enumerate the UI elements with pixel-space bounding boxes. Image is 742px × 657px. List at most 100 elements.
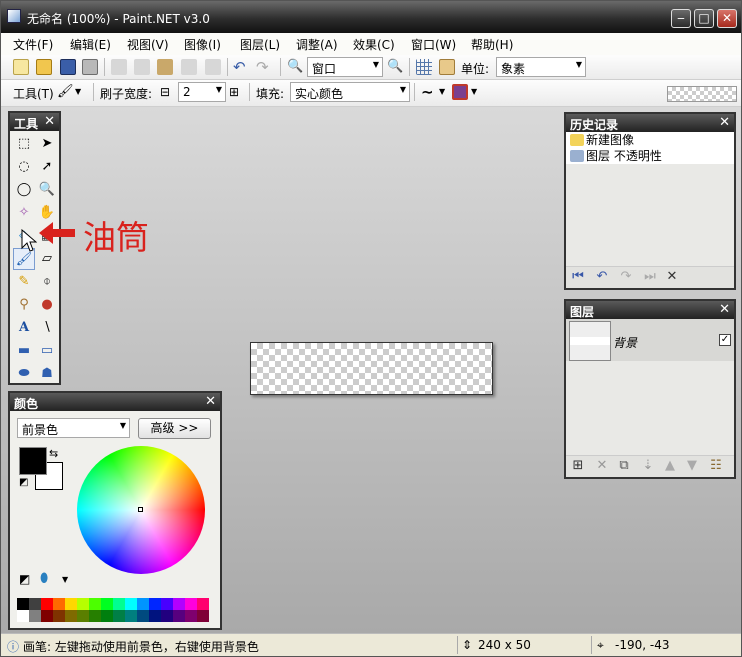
undo-icon[interactable]: ↶	[233, 59, 249, 75]
paste-icon[interactable]	[157, 59, 173, 75]
ruler-icon[interactable]	[439, 59, 455, 75]
move-layer-down-icon[interactable]: ▼	[684, 458, 700, 474]
rectangle-icon[interactable]: ▬	[13, 340, 35, 362]
recolor-icon[interactable]: ●	[36, 294, 58, 316]
menu-help[interactable]: 帮助(H)	[471, 36, 513, 53]
menu-file[interactable]: 文件(F)	[13, 36, 53, 53]
title-bar[interactable]: 无命名 (100%) - Paint.NET v3.0 ‒ □ ✕	[1, 1, 741, 33]
layers-panel-close-icon[interactable]: ✕	[719, 302, 730, 317]
palette-swatch[interactable]	[137, 610, 149, 622]
zoom-icon[interactable]: 🔍	[36, 179, 58, 201]
palette-swatch[interactable]	[17, 598, 29, 610]
rounded-rectangle-icon[interactable]: ▭	[36, 340, 58, 362]
palette-swatch[interactable]	[101, 610, 113, 622]
palette-swatch[interactable]	[65, 598, 77, 610]
chevron-down-icon[interactable]: ▼	[75, 84, 91, 100]
duplicate-layer-icon[interactable]: ⧉	[616, 458, 632, 474]
colors-panel-title[interactable]: 颜色 ✕	[10, 393, 220, 411]
image-thumbnail[interactable]	[667, 86, 737, 102]
line-curve-icon[interactable]: ∖	[36, 317, 58, 339]
minimize-button[interactable]: ‒	[671, 9, 691, 28]
maximize-button[interactable]: □	[694, 9, 714, 28]
tool-label[interactable]: 工具(T)	[13, 85, 54, 102]
palette-swatch[interactable]	[161, 598, 173, 610]
redo-icon[interactable]: ↷	[256, 59, 272, 75]
chevron-down-icon[interactable]: ▼	[471, 84, 487, 100]
clone-stamp-icon[interactable]: ⚲	[13, 294, 35, 316]
undo-icon[interactable]: ↶	[594, 269, 610, 285]
copy-icon[interactable]	[134, 59, 150, 75]
palette-swatch[interactable]	[125, 598, 137, 610]
history-item[interactable]: 图层 不透明性	[570, 147, 662, 164]
close-button[interactable]: ✕	[717, 9, 737, 28]
palette-swatch[interactable]	[113, 598, 125, 610]
palette-swatch[interactable]	[65, 610, 77, 622]
palette-swatch[interactable]	[53, 610, 65, 622]
menu-window[interactable]: 窗口(W)	[411, 36, 456, 53]
history-panel-title[interactable]: 历史记录 ✕	[566, 114, 734, 132]
history-panel-close-icon[interactable]: ✕	[719, 115, 730, 130]
reset-colors-icon[interactable]: ◩	[19, 477, 28, 488]
image-canvas[interactable]	[250, 342, 493, 395]
palette-swatch[interactable]	[137, 598, 149, 610]
brush-width-decrease[interactable]: ⊟	[160, 85, 170, 99]
move-selected-icon[interactable]: ➚	[36, 156, 58, 178]
delete-layer-icon[interactable]: ✕	[594, 458, 610, 474]
cut-icon[interactable]	[111, 59, 127, 75]
palette-swatch[interactable]	[113, 610, 125, 622]
palette-swatch[interactable]	[197, 610, 209, 622]
freeform-shape-icon[interactable]: ☗	[36, 363, 58, 385]
delete-history-icon[interactable]: ✕	[664, 269, 680, 285]
color-mode-combo[interactable]: 前景色 ▼	[17, 418, 130, 438]
antialias-icon[interactable]: ∼	[421, 84, 437, 100]
zoom-in-icon[interactable]: 🔍	[387, 59, 403, 75]
primary-color-swatch[interactable]	[19, 447, 47, 475]
color-picker-icon[interactable]: ⌽	[36, 271, 58, 293]
palette-menu-icon[interactable]: ⬮	[40, 571, 48, 586]
palette-swatch[interactable]	[53, 598, 65, 610]
menu-image[interactable]: 图像(I)	[184, 36, 221, 53]
palette-swatch[interactable]	[77, 610, 89, 622]
print-icon[interactable]	[82, 59, 98, 75]
colors-panel-close-icon[interactable]: ✕	[205, 394, 216, 409]
grid-icon[interactable]	[416, 59, 432, 75]
palette-swatch[interactable]	[149, 610, 161, 622]
brush-width-increase[interactable]: ⊞	[229, 85, 239, 99]
ellipse-select-icon[interactable]: ◯	[13, 179, 35, 201]
menu-effects[interactable]: 效果(C)	[353, 36, 395, 53]
pencil-icon[interactable]: ✎	[13, 271, 35, 293]
swap-colors-icon[interactable]: ⇆	[49, 447, 58, 460]
fast-forward-icon[interactable]: ⏭	[642, 269, 658, 285]
layer-properties-icon[interactable]: ☷	[708, 458, 724, 474]
zoom-out-icon[interactable]: 🔍	[287, 59, 303, 75]
menu-view[interactable]: 视图(V)	[127, 36, 169, 53]
palette-swatch[interactable]	[197, 598, 209, 610]
blend-mode-icon[interactable]	[452, 84, 468, 100]
palette-swatch[interactable]	[185, 598, 197, 610]
rectangle-select-icon[interactable]: ⬚	[13, 133, 35, 155]
palette-swatch[interactable]	[17, 610, 29, 622]
palette-swatch[interactable]	[149, 598, 161, 610]
merge-layer-down-icon[interactable]: ⇣	[640, 458, 656, 474]
palette-icon[interactable]: ◩	[19, 572, 30, 586]
palette-swatch[interactable]	[125, 610, 137, 622]
advanced-button[interactable]: 高级 >>	[138, 418, 211, 439]
palette-swatch[interactable]	[89, 598, 101, 610]
palette-swatch[interactable]	[101, 598, 113, 610]
move-layer-up-icon[interactable]: ▲	[662, 458, 678, 474]
palette-swatch[interactable]	[41, 610, 53, 622]
save-icon[interactable]	[60, 59, 76, 75]
move-selection-icon[interactable]: ➤	[36, 133, 58, 155]
layers-panel-title[interactable]: 图层 ✕	[566, 301, 734, 319]
palette-swatch[interactable]	[29, 610, 41, 622]
palette-swatch[interactable]	[77, 598, 89, 610]
magic-wand-icon[interactable]: ✧	[13, 202, 35, 224]
tools-panel-title[interactable]: 工具 ✕	[10, 113, 59, 131]
text-icon[interactable]: A	[13, 317, 35, 339]
lasso-icon[interactable]: ◌	[13, 156, 35, 178]
unit-combo[interactable]: 象素 ▼	[496, 57, 586, 77]
eraser-icon[interactable]: ▱	[36, 248, 58, 270]
add-layer-icon[interactable]: ⊞	[570, 458, 586, 474]
crop-icon[interactable]	[181, 59, 197, 75]
palette-swatch[interactable]	[173, 610, 185, 622]
